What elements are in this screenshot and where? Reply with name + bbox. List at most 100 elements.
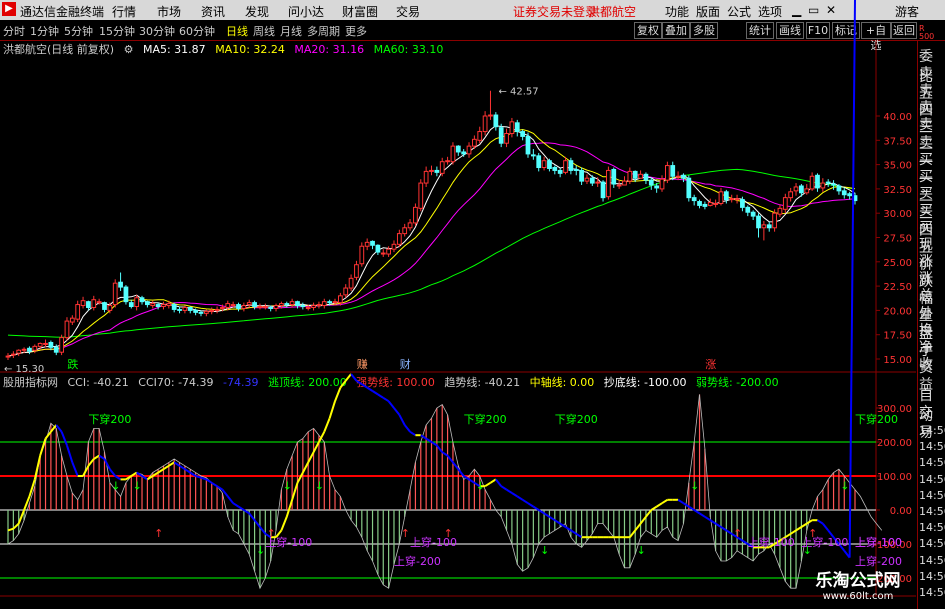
candle-body-103	[557, 169, 563, 174]
trend-seg-68	[366, 386, 374, 392]
candle-body-74	[402, 227, 408, 235]
candle-body-135	[729, 198, 735, 201]
trend-seg-106	[570, 529, 577, 535]
price-tick-label-9: 17.50	[883, 331, 912, 342]
candle-body-142	[766, 224, 772, 229]
candle-body-47	[257, 306, 263, 309]
high-price-label: ← 42.57	[498, 87, 538, 98]
trend-seg-46	[248, 512, 256, 521]
cross-label-6: 上穿-100	[748, 535, 795, 549]
price-tick-label-6: 25.00	[883, 258, 912, 269]
candle-body-62	[337, 295, 343, 304]
candle-body-51	[279, 303, 284, 307]
trend-seg-73	[393, 407, 401, 416]
candle-body-19	[107, 305, 113, 311]
cross-label-3: 下穿200	[855, 412, 898, 426]
candle-body-70	[380, 252, 386, 255]
trend-seg-43	[232, 502, 240, 508]
trend-seg-31	[168, 461, 175, 467]
candle-body-49	[268, 306, 274, 309]
candle-body-106	[573, 168, 579, 171]
trend-seg-63	[339, 380, 347, 389]
candle-body-90	[488, 114, 493, 117]
candle-body-59	[321, 301, 327, 307]
trend-seg-58	[312, 441, 320, 453]
event-marker-2: 财	[400, 357, 411, 371]
trend-seg-30	[162, 464, 170, 471]
trend-seg-81	[436, 444, 444, 453]
trend-seg-4	[23, 496, 31, 511]
candle-body-14	[80, 300, 86, 307]
candle-body-58	[316, 304, 322, 307]
down-arrow-6: ↓	[540, 544, 549, 557]
trend-seg-83	[446, 454, 454, 464]
candle-body-107	[579, 169, 584, 182]
candle-body-18	[102, 302, 107, 310]
candle-body-148	[799, 185, 804, 194]
candle-body-88	[477, 131, 483, 141]
trend-seg-123	[661, 498, 668, 505]
candle-body-21	[118, 281, 123, 288]
candle-body-67	[364, 241, 370, 247]
candle-body-27	[150, 303, 156, 307]
trend-seg-74	[398, 414, 406, 426]
trend-seg-152	[816, 519, 824, 525]
trend-seg-7	[39, 438, 47, 456]
candle-body-44	[241, 305, 247, 309]
up-arrow-4: ↑	[733, 527, 742, 540]
candle-body-125	[675, 175, 681, 178]
candle-body-114	[616, 184, 622, 187]
candle-body-153	[825, 181, 831, 184]
trend-seg-67	[361, 383, 368, 389]
candle-body-91	[493, 114, 499, 128]
sidebar-time-3: 14:56	[919, 472, 945, 486]
candle-body-29	[161, 304, 166, 308]
trend-seg-34	[184, 468, 191, 474]
trend-seg-121	[650, 505, 658, 511]
candle-body-31	[171, 304, 177, 310]
chart-canvas[interactable]: 40.00 37.50 35.00 32.50 30.00 27.50 25.00 22.50…	[0, 0, 916, 609]
candle-body-86	[466, 145, 472, 155]
candle-body-26	[145, 301, 150, 306]
candle-body-76	[413, 206, 418, 224]
trend-seg-29	[157, 468, 164, 474]
candle-body-97	[525, 135, 531, 155]
candle-body-72	[391, 243, 397, 250]
trend-seg-11	[60, 431, 68, 446]
candle-body-134	[723, 191, 729, 201]
trend-seg-133	[715, 522, 722, 528]
trend-seg-42	[227, 495, 234, 504]
candle-body-139	[750, 211, 756, 217]
trend-seg-99	[532, 505, 540, 511]
candle-body-145	[782, 197, 788, 210]
down-arrow-2: ↓	[256, 544, 265, 557]
candle-body-85	[461, 151, 467, 155]
candle-body-117	[632, 170, 638, 179]
trend-seg-69	[371, 390, 379, 396]
trend-seg-119	[639, 516, 647, 525]
event-marker-3: 涨	[705, 358, 716, 371]
candle-body-83	[450, 145, 456, 163]
ma5-line	[7, 125, 856, 357]
trend-seg-39	[211, 481, 218, 488]
candle-body-32	[177, 308, 182, 311]
candle-body-15	[86, 301, 91, 308]
trend-seg-52	[280, 516, 288, 531]
trend-seg-158	[848, 0, 856, 558]
candle-body-11	[64, 320, 70, 339]
candle-body-87	[472, 138, 477, 147]
sidebar-time-6: 14:56	[919, 521, 945, 535]
candle-body-119	[643, 173, 649, 181]
candle-body-6	[37, 342, 43, 347]
candle-body-144	[777, 207, 783, 215]
candle-body-82	[445, 160, 450, 163]
candle-body-75	[407, 222, 413, 229]
sidebar-time-7: 14:56	[919, 537, 945, 551]
down-arrow-0: ↓	[111, 480, 120, 493]
candle-body-69	[375, 244, 381, 253]
event-marker-1: 赚	[357, 357, 368, 371]
candle-body-12	[69, 317, 75, 323]
candle-body-122	[659, 178, 665, 190]
candle-body-48	[262, 306, 268, 309]
price-tick-label-8: 20.00	[883, 306, 912, 317]
